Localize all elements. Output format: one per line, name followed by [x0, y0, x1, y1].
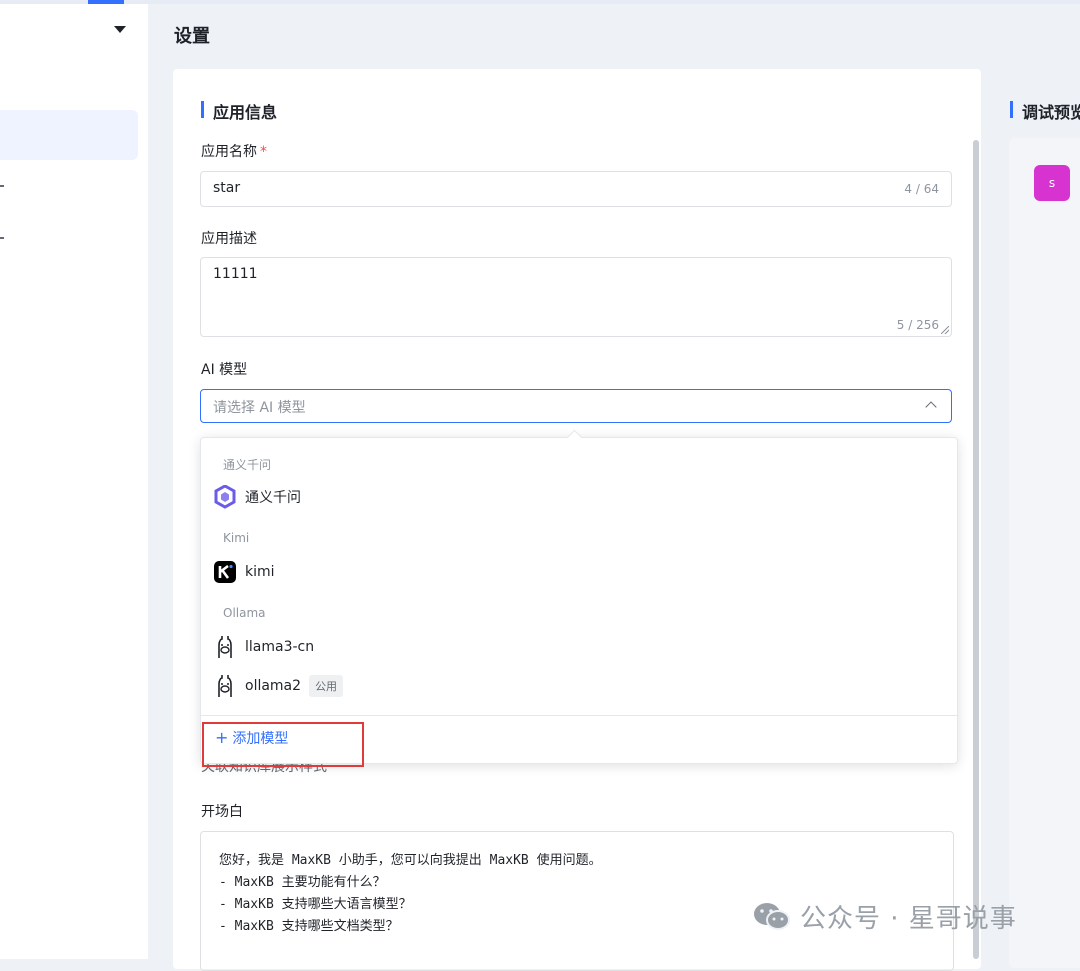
model-option-llama3-cn[interactable]: llama3-cn [213, 633, 314, 661]
scrollbar[interactable] [973, 140, 979, 959]
ai-model-label: AI 模型 [201, 362, 248, 378]
chevron-up-icon [925, 401, 937, 413]
model-option-label: llama3-cn [245, 639, 315, 655]
ai-model-select[interactable]: 请选择 AI 模型 [200, 389, 952, 423]
page-title: 设置 [174, 26, 210, 47]
prologue-line: - MaxKB 支持哪些大语言模型？ [219, 897, 412, 912]
watermark: 公众号 · 星哥说事 [752, 898, 1017, 935]
chevron-down-icon[interactable] [114, 26, 126, 33]
settings-panel: 应用信息 应用名称 * star 4 / 64 应用描述 11111 5 / 25… [173, 69, 981, 971]
ollama-icon [218, 675, 232, 697]
section-title-app-info: 应用信息 [201, 99, 277, 123]
resize-handle-icon[interactable] [941, 326, 949, 334]
kimi-icon [214, 561, 236, 583]
required-mark: * [260, 144, 267, 160]
prologue-line: 您好，我是 MaxKB 小助手，您可以向我提出 MaxKB 使用问题。 [219, 853, 602, 868]
app-name-value: star [213, 180, 241, 196]
app-desc-value: 11111 [213, 266, 258, 282]
sidebar [0, 4, 148, 959]
model-option-tongyi[interactable]: 通义千问 [213, 483, 301, 511]
wechat-icon [754, 902, 790, 930]
preview-panel [1009, 138, 1080, 968]
group-label-ollama: Ollama [223, 606, 266, 620]
public-tag: 公用 [309, 675, 344, 697]
model-dropdown: 通义千问 通义千问 Kimi kimi Ollama llama3-cn oll… [200, 429, 958, 764]
tongyi-qianwen-icon [214, 485, 236, 509]
prologue-label: 开场白 [201, 804, 243, 820]
model-option-label: kimi [245, 564, 275, 580]
prologue-line: - MaxKB 支持哪些文档类型？ [219, 919, 399, 934]
model-option-kimi[interactable]: kimi [213, 558, 275, 586]
app-name-label-text: 应用名称 [201, 144, 257, 160]
app-name-label: 应用名称 * [201, 141, 267, 161]
watermark-text: 公众号 · 星哥说事 [800, 904, 1017, 934]
highlight-box [202, 722, 364, 767]
section-title-preview: 调试预览 [1010, 99, 1080, 123]
ai-model-placeholder: 请选择 AI 模型 [213, 400, 306, 416]
model-option-ollama2[interactable]: ollama2 公用 [213, 672, 344, 700]
app-name-input[interactable]: star 4 / 64 [200, 171, 952, 207]
top-bar [0, 0, 1080, 4]
group-label-tongyi: 通义千问 [223, 458, 272, 472]
ollama-icon [218, 636, 232, 658]
app-desc-label: 应用描述 [201, 231, 257, 247]
model-option-label: 通义千问 [245, 490, 301, 506]
app-name-count: 4 / 64 [904, 182, 939, 196]
sidebar-item-cut[interactable] [0, 185, 4, 187]
dropdown-arrow [566, 429, 583, 446]
app-desc-textarea[interactable]: 11111 5 / 256 [200, 257, 952, 337]
prologue-content: 您好，我是 MaxKB 小助手，您可以向我提出 MaxKB 使用问题。 - Ma… [219, 850, 602, 938]
avatar: s [1034, 165, 1070, 201]
sidebar-item-cut[interactable] [0, 237, 4, 239]
group-label-kimi: Kimi [223, 531, 250, 545]
app-desc-count: 5 / 256 [896, 318, 939, 332]
sidebar-item-active[interactable] [0, 110, 138, 160]
dropdown-divider [201, 715, 957, 716]
prologue-line: - MaxKB 主要功能有什么？ [219, 875, 386, 890]
model-option-label: ollama2 [245, 678, 302, 694]
